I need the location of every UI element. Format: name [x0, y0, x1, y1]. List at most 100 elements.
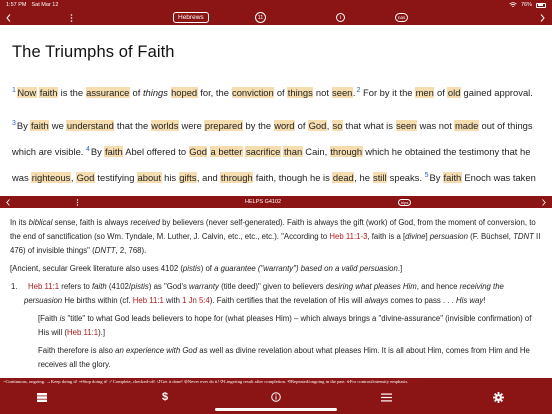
wifi-icon — [509, 2, 517, 7]
helps-source-selector[interactable]: hlps — [398, 196, 412, 208]
book-selector[interactable]: Hebrews — [173, 10, 209, 25]
scripture-reference-link[interactable]: Heb 11:1 — [67, 328, 98, 337]
book-label: Hebrews — [173, 12, 209, 23]
verse-number[interactable]: 3 — [12, 120, 16, 127]
text-run: is the — [58, 87, 86, 98]
strongs-word[interactable]: men — [415, 87, 435, 98]
strongs-word[interactable]: God — [308, 120, 327, 131]
strongs-word[interactable]: so — [332, 120, 343, 131]
helps-forward-button[interactable] — [542, 196, 546, 208]
battery-percent: 76% — [520, 2, 532, 8]
text-run: (F. Büchsel, — [467, 232, 514, 241]
text-run: of — [274, 87, 288, 98]
verse-paragraph: 1 Now faith is the assurance of things ho… — [12, 79, 540, 105]
strongs-word[interactable]: gifts — [178, 172, 197, 183]
battery-icon — [536, 2, 546, 8]
helps-more-button[interactable] — [76, 196, 79, 208]
strongs-word[interactable]: word — [273, 120, 296, 131]
text-run: testifying — [94, 172, 138, 183]
strongs-word[interactable]: understand — [66, 120, 115, 131]
chevron-right-icon — [540, 13, 545, 22]
strongs-word[interactable]: righteous — [31, 172, 71, 183]
text-run: , and — [196, 172, 221, 183]
strongs-word[interactable]: hoped — [170, 87, 198, 98]
strongs-word[interactable]: assurance — [85, 87, 130, 98]
info-icon: i — [336, 13, 345, 22]
strongs-word[interactable]: through — [329, 146, 363, 157]
menu-tab[interactable] — [376, 386, 396, 408]
strongs-word[interactable]: faith — [104, 146, 124, 157]
text-run: his — [161, 172, 179, 183]
symbol-legend: ~Continuous, ongoing. →Keep doing it! ⇒S… — [0, 378, 552, 386]
strongs-word[interactable]: still — [372, 172, 388, 183]
strongs-word[interactable]: through — [220, 172, 254, 183]
strongs-word[interactable]: faith — [30, 120, 50, 131]
library-tab[interactable] — [32, 386, 52, 408]
helps-list-item: 1. Heb 11:1 refers to faith (4102/pistis)… — [11, 280, 542, 308]
strongs-word[interactable]: sacrifice — [245, 146, 281, 157]
strongs-word[interactable]: a better — [210, 146, 243, 157]
menu-icon — [380, 393, 392, 401]
info-tab[interactable] — [266, 386, 286, 408]
strongs-word[interactable]: things — [287, 87, 314, 98]
strongs-word[interactable]: about — [137, 172, 162, 183]
helps-back-button[interactable] — [6, 196, 10, 208]
back-button[interactable] — [6, 10, 11, 25]
strongs-word[interactable]: faith — [39, 87, 59, 98]
scripture-reference-link[interactable]: 1 Jn 5:4 — [182, 296, 210, 305]
status-date: Sat Mar 12 — [31, 2, 59, 8]
list-number: 1. — [11, 282, 18, 291]
verse-number[interactable]: 1 — [12, 87, 16, 94]
forward-button[interactable] — [540, 10, 545, 25]
strongs-word[interactable]: than — [283, 146, 303, 157]
strongs-word[interactable]: worlds — [150, 120, 179, 131]
text-run: , he — [354, 172, 373, 183]
verse-number[interactable]: 5 — [425, 172, 429, 179]
verse-info-button[interactable]: i — [336, 10, 345, 25]
verse-number[interactable]: 4 — [86, 146, 90, 153]
list-item-text: Heb 11:1 refers to faith (4102/pistis) a… — [24, 282, 504, 305]
emphasis-text: always — [364, 296, 389, 305]
bible-text-pane[interactable]: The Triumphs of Faith 1 Now faith is the … — [0, 25, 552, 196]
chevron-left-icon — [6, 13, 11, 22]
strongs-word[interactable]: made — [454, 120, 479, 131]
strongs-word[interactable]: God — [76, 172, 95, 183]
strongs-word[interactable]: prepared — [204, 120, 243, 131]
strongs-word[interactable]: Now — [16, 87, 37, 98]
strongs-word[interactable]: God — [188, 146, 208, 157]
strongs-word[interactable]: seen — [331, 87, 353, 98]
donate-tab[interactable]: $ — [155, 386, 175, 408]
strongs-word[interactable]: old — [447, 87, 461, 98]
helps-paragraph: [Ancient, secular Greek literature also … — [10, 262, 542, 276]
version-selector[interactable]: nas — [395, 10, 409, 25]
scripture-reference-link[interactable]: Heb 11:1 — [28, 282, 59, 291]
text-run: gained approval. — [460, 87, 533, 98]
status-time: 1:57 PM — [6, 2, 27, 8]
emphasis-text: received — [130, 218, 160, 227]
text-run: For by it the — [360, 87, 416, 98]
scripture-reference-link[interactable]: Heb 11:1 — [133, 296, 164, 305]
text-run: , 2, 768). — [115, 246, 147, 255]
emphasis-text: pistis — [182, 264, 201, 273]
text-run: [Ancient, secular Greek literature also … — [10, 264, 183, 273]
strongs-word[interactable]: faith — [443, 172, 462, 183]
text-run: By — [16, 120, 31, 131]
helps-pane[interactable]: In its biblical sense, faith is always r… — [0, 208, 552, 378]
verse-paragraph: 3By faith we understand that the worlds … — [12, 112, 540, 196]
text-run: Cain, — [302, 146, 330, 157]
emphasis-text: persuasion — [429, 232, 468, 241]
helps-source-label: hlps — [398, 198, 412, 206]
home-indicator[interactable] — [215, 408, 337, 411]
info-icon — [271, 392, 281, 402]
text-run: speaks. — [387, 172, 425, 183]
chevron-left-icon — [6, 198, 10, 206]
emphasis-text: His way — [455, 296, 484, 305]
settings-tab[interactable] — [488, 386, 508, 408]
strongs-word[interactable]: seen — [395, 120, 417, 131]
scripture-reference-link[interactable]: Heb 11:1-3 — [329, 232, 367, 241]
text-run: ) as "God's — [148, 282, 190, 291]
chapter-selector[interactable]: 11 — [255, 10, 266, 25]
more-menu-button[interactable] — [70, 10, 73, 25]
strongs-word[interactable]: dead — [332, 172, 355, 183]
strongs-word[interactable]: conviction — [231, 87, 275, 98]
